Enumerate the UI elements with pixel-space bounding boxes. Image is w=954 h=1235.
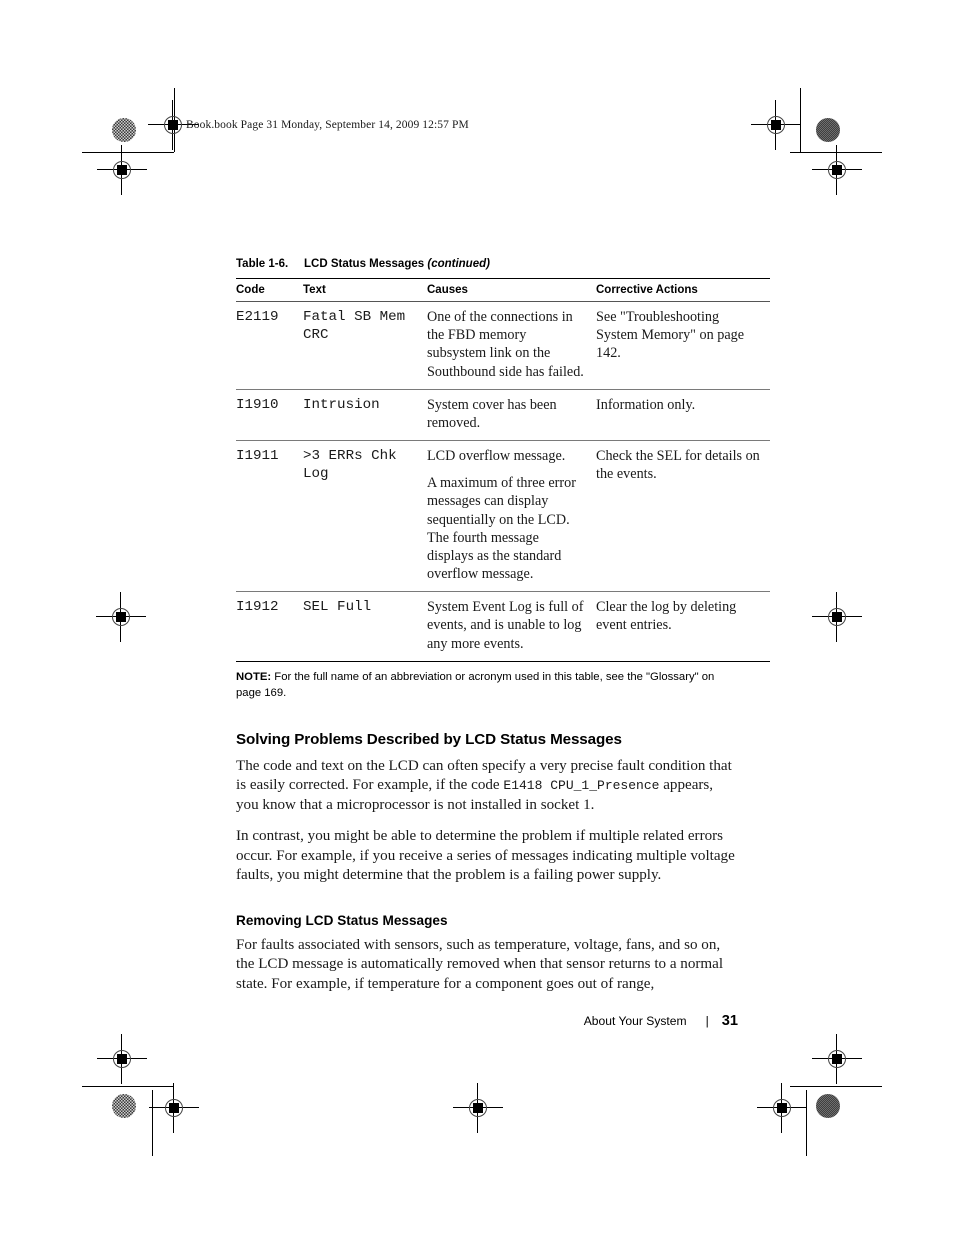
halftone-dot-top-left <box>112 118 136 142</box>
cell-text: SEL Full <box>303 591 427 662</box>
table-caption-number: Table 1-6. <box>236 258 289 270</box>
crop-line-bottom-right-v <box>806 1090 807 1156</box>
cell-code: I1911 <box>236 440 303 593</box>
table-row: I1910 Intrusion System cover has been re… <box>236 389 770 442</box>
cell-corrective: Clear the log by deleting event entries. <box>596 591 770 662</box>
column-header-text: Text <box>303 278 427 302</box>
cell-causes: One of the connections in the FBD memory… <box>427 301 596 390</box>
cause-paragraph: System Event Log is full of events, and … <box>427 599 584 652</box>
table-header-row: Code Text Causes Corrective Actions <box>236 278 770 302</box>
section-heading-removing-messages: Removing LCD Status Messages <box>236 912 448 928</box>
crop-line-top-right-v <box>800 88 801 152</box>
note-text: For the full name of an abbreviation or … <box>236 670 715 699</box>
cause-paragraph: LCD overflow message. <box>427 448 566 465</box>
cell-code: E2119 <box>236 301 303 390</box>
table-note: NOTE: For the full name of an abbreviati… <box>236 669 728 701</box>
running-header: Book.book Page 31 Monday, September 14, … <box>186 119 469 131</box>
page-content: Table 1-6. LCD Status Messages (continued… <box>236 258 770 994</box>
column-header-corrective: Corrective Actions <box>596 278 770 302</box>
halftone-dot-top-right <box>816 118 840 142</box>
table-header: Code Text Causes Corrective Actions <box>236 278 770 302</box>
cause-paragraph: A maximum of three error messages can di… <box>427 475 576 583</box>
table-caption-continued: (continued) <box>427 258 490 270</box>
registration-mark-bottom-right-outer <box>812 1034 862 1084</box>
paragraph-removing-1: For faults associated with sensors, such… <box>236 936 724 992</box>
cell-corrective: Check the SEL for details on the events. <box>596 440 770 593</box>
cell-code: I1910 <box>236 389 303 442</box>
cause-paragraph: System cover has been removed. <box>427 396 557 431</box>
registration-mark-mid-right <box>812 592 862 642</box>
table-body: E2119 Fatal SB Mem CRC One of the connec… <box>236 301 770 662</box>
registration-mark-bottom-left-outer <box>97 1034 147 1084</box>
crop-line-bottom-left-v <box>152 1090 153 1156</box>
cell-corrective: See "Troubleshooting System Memory" on p… <box>596 301 770 390</box>
column-header-causes: Causes <box>427 278 596 302</box>
table-row: I1912 SEL Full System Event Log is full … <box>236 591 770 662</box>
note-label: NOTE: <box>236 670 272 683</box>
column-header-code: Code <box>236 278 303 302</box>
paragraph-solving-2: In contrast, you might be able to determ… <box>236 828 735 884</box>
registration-mark-mid-left <box>96 592 146 642</box>
cell-text: >3 ERRs Chk Log <box>303 440 427 593</box>
registration-mark-top-left-inner <box>148 100 198 150</box>
registration-mark-bottom-left-inner <box>149 1083 199 1133</box>
crop-line-bottom-left-h <box>82 1086 174 1087</box>
cell-causes: LCD overflow message. A maximum of three… <box>427 440 596 593</box>
table-caption: Table 1-6. LCD Status Messages (continued… <box>236 258 738 270</box>
crop-line-bottom-right-h <box>790 1086 882 1087</box>
registration-mark-bottom-center <box>453 1083 503 1133</box>
table-row: E2119 Fatal SB Mem CRC One of the connec… <box>236 301 770 390</box>
footer-separator: | <box>705 1014 709 1028</box>
cell-corrective: Information only. <box>596 389 770 442</box>
registration-mark-top-right-inner <box>751 100 801 150</box>
cause-paragraph: One of the connections in the FBD memory… <box>427 309 584 380</box>
cell-causes: System cover has been removed. <box>427 389 596 442</box>
table-row: I1911 >3 ERRs Chk Log LCD overflow messa… <box>236 440 770 593</box>
registration-mark-bottom-right-inner <box>757 1083 807 1133</box>
table-caption-title: LCD Status Messages <box>304 258 425 270</box>
cell-code: I1912 <box>236 591 303 662</box>
halftone-dot-bottom-right <box>816 1094 840 1118</box>
crop-line-top-left-h <box>82 152 174 153</box>
registration-mark-top-left-outer <box>97 145 147 195</box>
inline-code-e1418: E1418 CPU_1_Presence <box>503 778 660 794</box>
footer-page-number: 31 <box>721 1013 738 1029</box>
lcd-status-messages-table: Code Text Causes Corrective Actions E211… <box>236 278 770 662</box>
cell-text: Intrusion <box>303 389 427 442</box>
footer-chapter-title: About Your System <box>583 1014 687 1028</box>
registration-mark-top-right-outer <box>812 145 862 195</box>
cell-text: Fatal SB Mem CRC <box>303 301 427 390</box>
section-heading-solving-problems: Solving Problems Described by LCD Status… <box>236 730 622 748</box>
cell-causes: System Event Log is full of events, and … <box>427 591 596 662</box>
halftone-dot-bottom-left <box>112 1094 136 1118</box>
page-footer: About Your System | 31 <box>236 1013 738 1029</box>
paragraph-solving-1: The code and text on the LCD can often s… <box>236 757 738 815</box>
